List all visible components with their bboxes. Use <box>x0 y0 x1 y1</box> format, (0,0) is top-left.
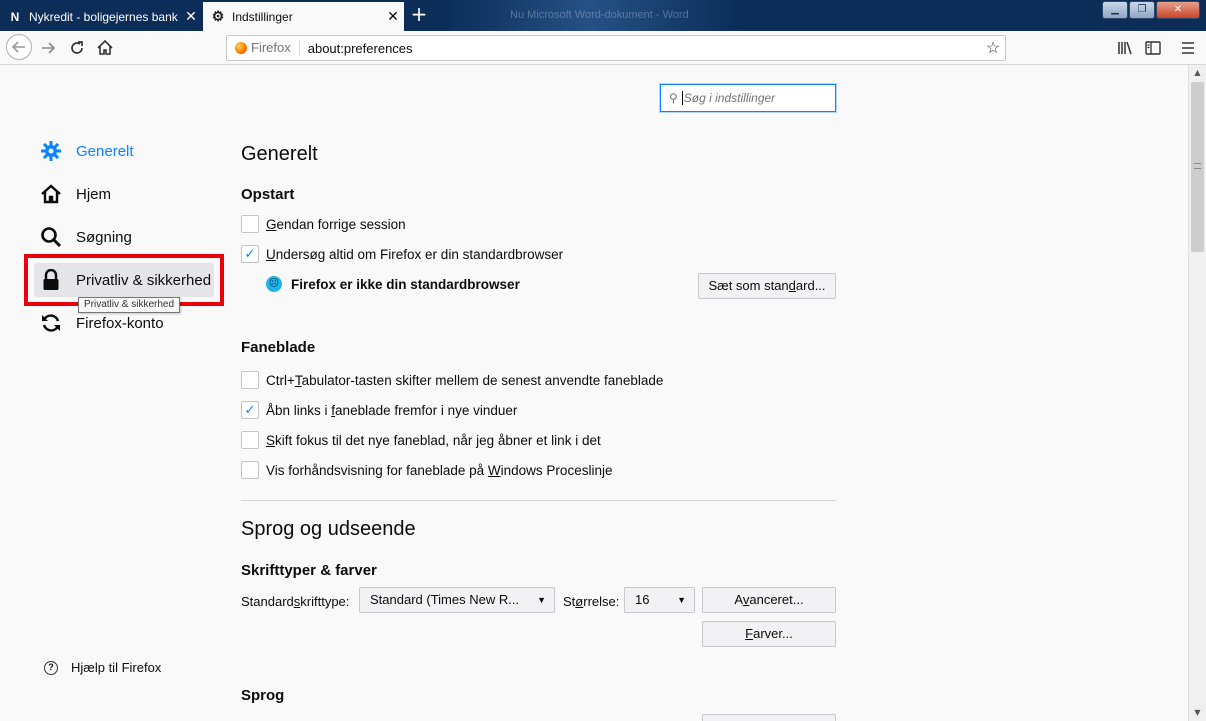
hamburger-menu-icon <box>1182 42 1194 54</box>
page-title: Generelt <box>241 143 318 165</box>
checkbox-label: Åbn links i faneblade fremfor i nye vind… <box>266 402 518 418</box>
sidebar-item-label: Generelt <box>76 142 134 160</box>
forward-arrow-icon <box>42 42 56 54</box>
search-icon <box>40 226 62 248</box>
home-icon <box>97 39 113 55</box>
firefox-logo-icon <box>235 42 247 54</box>
library-button[interactable] <box>1113 37 1137 59</box>
search-input[interactable]: ⚲ Søg i indstillinger <box>660 84 836 112</box>
sidebar-item-search[interactable]: Søgning <box>34 217 132 257</box>
checkbox-label: Ctrl+Tabulator-tasten skifter mellem de … <box>266 372 664 388</box>
checkbox-label: Skift fokus til det nye faneblad, når je… <box>266 432 601 448</box>
scroll-up-icon[interactable]: ▲ <box>1189 65 1206 81</box>
bookmark-star-icon[interactable]: ☆ <box>981 38 1005 58</box>
dropdown-arrow-icon: ▼ <box>537 595 546 605</box>
home-icon <box>40 183 62 205</box>
search-icon: ⚲ <box>669 91 678 105</box>
window-ghost-title: Nu Microsoft Word-dokument - Word <box>510 9 689 21</box>
check-default-checkbox[interactable]: ✓ <box>241 245 259 263</box>
gear-favicon-icon: ⚙ <box>211 8 225 24</box>
restore-session-checkbox-row[interactable]: Gendan forrige session <box>241 214 406 234</box>
sidebar-item-home[interactable]: Hjem <box>34 174 111 214</box>
tab-strip: Nu Microsoft Word-dokument - Word N Nykr… <box>0 0 1206 31</box>
tab-nykredit[interactable]: N Nykredit - boligejernes bank ✕ <box>0 2 202 31</box>
tab-settings[interactable]: ⚙ Indstillinger ✕ <box>203 2 404 31</box>
help-label: Hjælp til Firefox <box>71 660 162 675</box>
menu-button[interactable] <box>1176 37 1200 59</box>
open-links-in-tabs-checkbox-row[interactable]: ✓ Åbn links i faneblade fremfor i nye vi… <box>241 400 517 420</box>
window-controls: ▁ ❐ ✕ <box>1101 1 1200 19</box>
fonts-heading: Skrifttyper & farver <box>241 562 377 579</box>
sync-icon <box>40 312 62 334</box>
taskbar-preview-checkbox-row[interactable]: Vis forhåndsvisning for faneblade på Win… <box>241 460 612 480</box>
help-question-icon: ? <box>44 660 58 675</box>
sidebar-item-label: Hjem <box>76 185 112 203</box>
colors-button[interactable]: Farver... <box>702 621 836 647</box>
vertical-scrollbar[interactable]: ▲ ▼ <box>1188 65 1206 721</box>
close-window-icon[interactable]: ✕ <box>1156 1 1200 19</box>
sidebar-item-general[interactable]: Generelt <box>34 131 134 171</box>
nav-bar: Firefox about:preferences ☆ <box>0 31 1206 65</box>
ctrl-tab-checkbox-row[interactable]: Ctrl+Tabulator-tasten skifter mellem de … <box>241 370 663 390</box>
dropdown-arrow-icon: ▼ <box>677 595 686 605</box>
minimize-icon[interactable]: ▁ <box>1102 1 1128 19</box>
checkbox-label: Gendan forrige session <box>266 216 406 232</box>
section-title: Sprog og udseende <box>241 518 416 540</box>
library-icon <box>1118 41 1132 55</box>
back-button[interactable] <box>6 34 32 60</box>
language-heading: Sprog <box>241 687 285 704</box>
nykredit-favicon-icon: N <box>10 9 20 24</box>
switch-focus-checkbox-row[interactable]: Skift fokus til det nye faneblad, når je… <box>241 430 601 450</box>
tooltip: Privatliv & sikkerhed <box>78 297 181 313</box>
tab-close-icon[interactable]: ✕ <box>180 8 202 25</box>
startup-heading: Opstart <box>241 186 295 203</box>
tab-close-icon[interactable]: ✕ <box>382 8 404 25</box>
tabs-heading: Faneblade <box>241 339 316 356</box>
gear-icon <box>40 140 62 162</box>
sidebar-item-label: Søgning <box>76 228 132 246</box>
restore-icon[interactable]: ❐ <box>1129 1 1155 19</box>
section-divider <box>241 500 836 501</box>
sad-face-icon: ☹ <box>266 276 282 292</box>
select-value: 16 <box>635 592 650 607</box>
tab-label: Nykredit - boligejernes bank <box>29 9 178 24</box>
back-arrow-icon <box>11 41 25 53</box>
restore-session-checkbox[interactable] <box>241 215 259 233</box>
language-button-partial[interactable] <box>702 714 836 721</box>
new-tab-button[interactable]: + <box>408 4 430 26</box>
search-placeholder: Søg i indstillinger <box>683 91 776 105</box>
size-label: Størrelse: <box>563 594 620 609</box>
checkbox-label: Undersøg altid om Firefox er din standar… <box>266 246 564 262</box>
scroll-grip-icon <box>1194 163 1201 169</box>
set-default-button[interactable]: Sæt som standard... <box>698 273 836 299</box>
scroll-down-icon[interactable]: ▼ <box>1189 705 1206 721</box>
sidebar-item-label: Firefox-konto <box>76 314 164 332</box>
tab-label: Indstillinger <box>232 9 293 24</box>
sidebar-icon <box>1145 41 1161 55</box>
switch-focus-checkbox[interactable] <box>241 431 259 449</box>
select-value: Standard (Times New R... <box>370 592 520 607</box>
default-font-label: Standardskrifttype: <box>241 594 350 609</box>
url-bar[interactable]: Firefox about:preferences ☆ <box>226 35 1006 61</box>
advanced-fonts-button[interactable]: Avanceret... <box>702 587 836 613</box>
checkbox-label: Vis forhåndsvisning for faneblade på Win… <box>266 462 613 478</box>
reload-button[interactable] <box>66 37 88 59</box>
check-default-checkbox-row[interactable]: ✓ Undersøg altid om Firefox er din stand… <box>241 244 563 264</box>
help-link[interactable]: ? Hjælp til Firefox <box>44 660 161 675</box>
home-button[interactable] <box>94 37 116 59</box>
default-font-select[interactable]: Standard (Times New R... ▼ <box>359 587 555 613</box>
sidebar-button[interactable] <box>1141 37 1165 59</box>
forward-button[interactable] <box>37 37 59 59</box>
reload-icon <box>71 41 83 54</box>
text-caret <box>681 91 683 105</box>
taskbar-preview-checkbox[interactable] <box>241 461 259 479</box>
open-links-in-tabs-checkbox[interactable]: ✓ <box>241 401 259 419</box>
not-default-notice: ☹ Firefox er ikke din standardbrowser <box>266 276 520 292</box>
ctrl-tab-checkbox[interactable] <box>241 371 259 389</box>
not-default-text: Firefox er ikke din standardbrowser <box>291 276 520 292</box>
font-size-select[interactable]: 16 ▼ <box>624 587 695 613</box>
url-text[interactable]: about:preferences <box>300 41 981 56</box>
identity-label: Firefox <box>251 40 300 56</box>
